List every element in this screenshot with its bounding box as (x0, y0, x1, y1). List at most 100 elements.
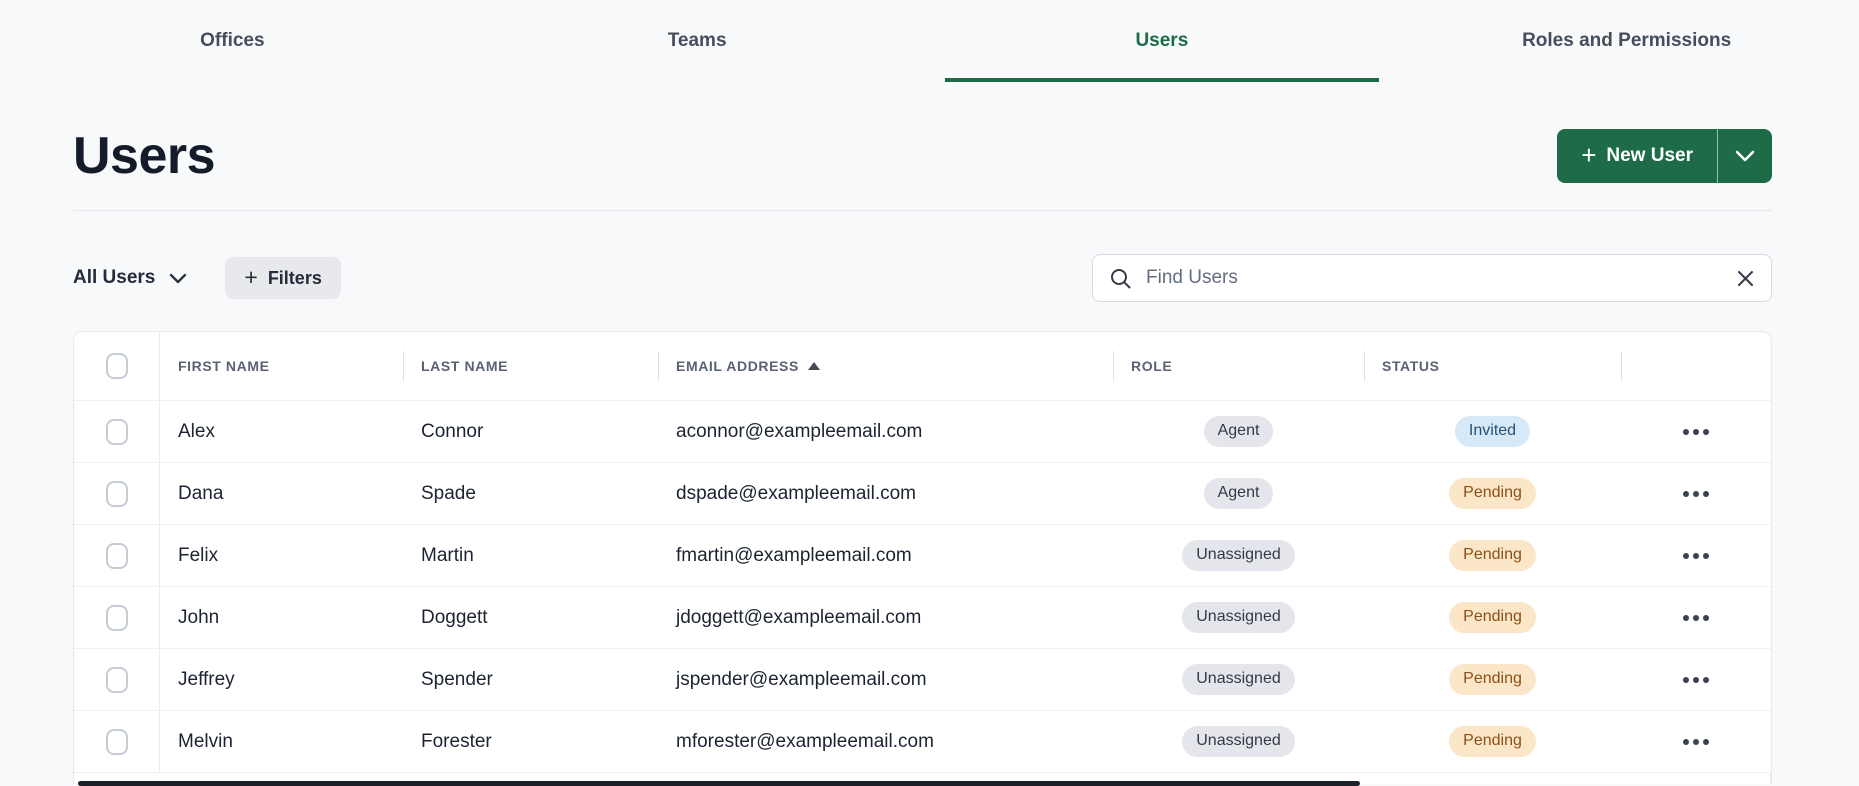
role-cell: Unassigned (1113, 664, 1364, 695)
row-checkbox[interactable] (105, 728, 128, 755)
email-cell: fmartin@exampleemail.com (676, 544, 912, 566)
row-actions-menu-button[interactable] (1675, 731, 1717, 753)
column-header-last-name[interactable]: LAST NAME (403, 332, 658, 400)
first-name-cell: Felix (178, 544, 219, 566)
status-badge: Pending (1449, 602, 1536, 633)
role-badge: Unassigned (1182, 664, 1295, 695)
last-name-cell: Doggett (421, 606, 488, 628)
email-cell: dspade@exampleemail.com (676, 482, 917, 504)
tab-label: Offices (200, 30, 265, 51)
status-cell: Invited (1364, 416, 1621, 447)
column-header-first-name[interactable]: FIRST NAME (160, 332, 403, 400)
horizontal-scrollbar-thumb[interactable] (78, 781, 1360, 786)
actions-cell (1621, 483, 1771, 505)
ellipsis-icon (1683, 676, 1689, 683)
search-icon (1111, 268, 1131, 288)
view-selector-label: All Users (73, 267, 156, 288)
role-badge: Unassigned (1182, 540, 1295, 571)
first-name-cell: Jeffrey (178, 668, 235, 690)
row-checkbox[interactable] (105, 480, 128, 507)
ellipsis-icon (1683, 552, 1689, 559)
table-header-row: FIRST NAME LAST NAME EMAIL ADDRESS ROLE … (74, 332, 1771, 400)
row-checkbox[interactable] (105, 666, 128, 693)
table-row: Dana Spade dspade@exampleemail.com Agent… (74, 462, 1771, 524)
last-name-cell: Spender (421, 668, 493, 690)
status-cell: Pending (1364, 664, 1621, 695)
new-user-split-button: + New User (1557, 129, 1772, 183)
status-badge: Pending (1449, 726, 1536, 757)
table-row: Felix Martin fmartin@exampleemail.com Un… (74, 524, 1771, 586)
toolbar-left: All Users + Filters (73, 257, 341, 299)
first-name-cell: Alex (178, 420, 215, 442)
search-input[interactable] (1146, 267, 1722, 289)
ellipsis-icon (1683, 490, 1689, 497)
role-cell: Unassigned (1113, 726, 1364, 757)
status-badge: Pending (1449, 540, 1536, 571)
column-header-role[interactable]: ROLE (1113, 332, 1364, 400)
select-all-checkbox[interactable] (105, 353, 128, 379)
new-user-dropdown-button[interactable] (1718, 129, 1772, 183)
column-header-status[interactable]: STATUS (1364, 332, 1621, 400)
tab-offices[interactable]: Offices (0, 0, 465, 82)
role-badge: Unassigned (1182, 602, 1295, 633)
table-row: Melvin Forester mforester@exampleemail.c… (74, 710, 1771, 772)
row-actions-menu-button[interactable] (1675, 607, 1717, 629)
tab-label: Teams (667, 30, 727, 51)
tab-label: Users (1135, 30, 1189, 51)
last-name-cell: Connor (421, 420, 484, 442)
row-actions-menu-button[interactable] (1675, 421, 1717, 443)
role-badge: Unassigned (1182, 726, 1295, 757)
header-checkbox-cell (74, 332, 160, 400)
status-cell: Pending (1364, 478, 1621, 509)
tab-roles-and-permissions[interactable]: Roles and Permissions (1394, 0, 1859, 82)
status-cell: Pending (1364, 602, 1621, 633)
role-cell: Agent (1113, 478, 1364, 509)
actions-cell (1621, 421, 1771, 443)
table-row: Alex Connor aconnor@exampleemail.com Age… (74, 400, 1771, 462)
column-header-email-address[interactable]: EMAIL ADDRESS (658, 332, 1113, 400)
title-row: Users + New User (73, 127, 1772, 185)
role-cell: Agent (1113, 416, 1364, 447)
first-name-cell: Dana (178, 482, 224, 504)
row-checkbox[interactable] (105, 542, 128, 569)
status-badge: Invited (1454, 416, 1531, 447)
row-actions-menu-button[interactable] (1675, 669, 1717, 691)
role-cell: Unassigned (1113, 540, 1364, 571)
first-name-cell: John (178, 606, 220, 628)
chevron-down-icon (170, 273, 187, 283)
status-badge: Pending (1449, 664, 1536, 695)
last-name-cell: Martin (421, 544, 474, 566)
row-actions-menu-button[interactable] (1675, 483, 1717, 505)
row-checkbox-cell (74, 711, 160, 772)
page-content: Users + New User All Users + Filters Fin… (0, 127, 1859, 784)
tab-users[interactable]: Users (930, 0, 1395, 82)
row-checkbox[interactable] (105, 418, 128, 445)
email-cell: aconnor@exampleemail.com (676, 420, 923, 442)
actions-cell (1621, 731, 1771, 753)
view-selector-dropdown[interactable]: All Users (73, 267, 187, 289)
column-header-actions (1621, 332, 1771, 400)
email-cell: jspender@exampleemail.com (676, 668, 927, 690)
search-box (1092, 254, 1772, 302)
tab-teams[interactable]: Teams (465, 0, 930, 82)
new-user-button[interactable]: + New User (1557, 129, 1718, 183)
last-name-cell: Forester (421, 730, 492, 752)
active-tab-underline (944, 78, 1380, 82)
email-cell: mforester@exampleemail.com (676, 730, 934, 752)
row-actions-menu-button[interactable] (1675, 545, 1717, 567)
table-row: Jeffrey Spender jspender@exampleemail.co… (74, 648, 1771, 710)
filters-button[interactable]: + Filters (225, 257, 341, 299)
chevron-down-icon (1735, 150, 1755, 162)
users-table: FIRST NAME LAST NAME EMAIL ADDRESS ROLE … (73, 331, 1772, 784)
role-badge: Agent (1203, 416, 1274, 447)
role-badge: Agent (1203, 478, 1274, 509)
row-checkbox-cell (74, 587, 160, 648)
row-checkbox[interactable] (105, 604, 128, 631)
first-name-cell: Melvin (178, 730, 233, 752)
close-icon (1738, 270, 1753, 286)
clear-search-button[interactable] (1736, 269, 1755, 288)
plus-icon: + (1581, 140, 1597, 170)
row-checkbox-cell (74, 401, 160, 462)
actions-cell (1621, 669, 1771, 691)
role-cell: Unassigned (1113, 602, 1364, 633)
